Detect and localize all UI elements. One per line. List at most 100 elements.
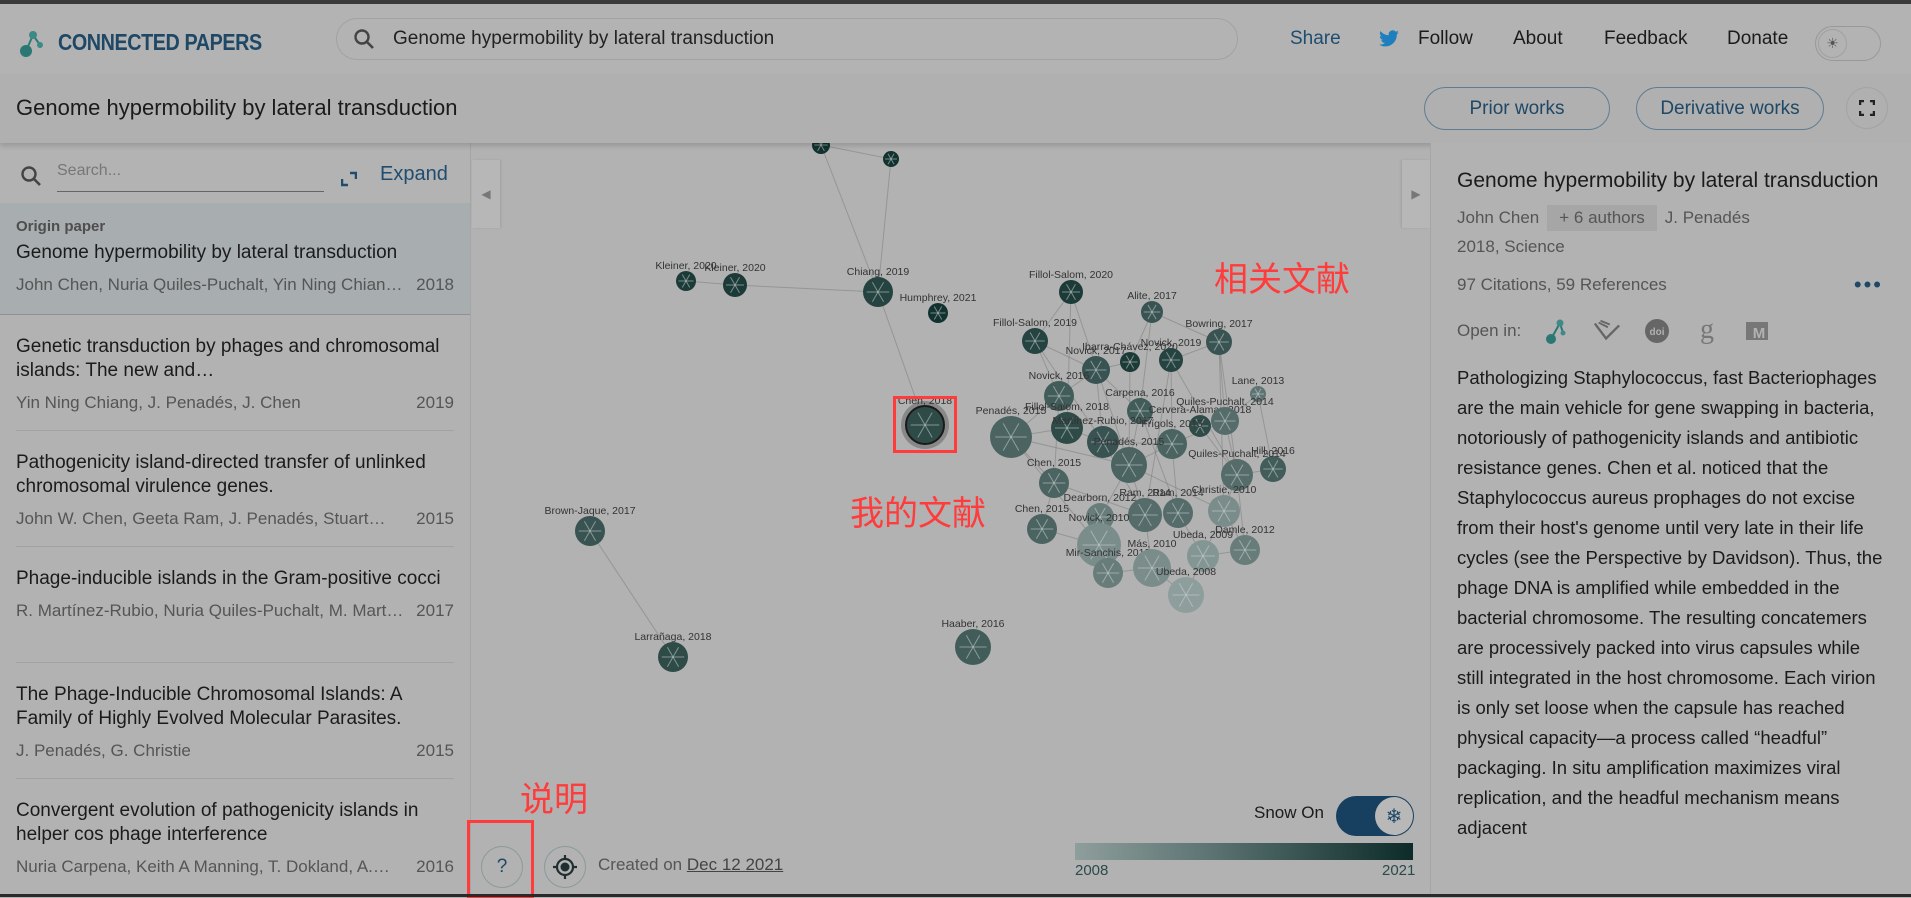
item-authors: John W. Chen, Geeta Ram, J. Penadés, Stu…: [16, 509, 386, 528]
graph-title-bar: Genome hypermobility by lateral transduc…: [0, 75, 1911, 143]
node-label: Novick, 2019: [1141, 337, 1202, 349]
node-label: Lane, 2013: [1232, 375, 1285, 387]
graph-node[interactable]: Ubeda, 2008: [1156, 566, 1216, 613]
expand-icon[interactable]: [341, 171, 357, 187]
item-year: 2015: [416, 741, 454, 760]
google-scholar-icon[interactable]: g: [1693, 316, 1721, 345]
search-input[interactable]: Genome hypermobility by lateral transduc…: [393, 28, 774, 50]
recenter-button[interactable]: [544, 846, 586, 888]
details-abstract: Pathologizing Staphylococcus, fast Bacte…: [1457, 367, 1883, 838]
more-options-icon[interactable]: •••: [1854, 274, 1883, 296]
about-link[interactable]: About: [1513, 18, 1563, 60]
prior-works-button[interactable]: Prior works: [1424, 87, 1610, 130]
graph-node[interactable]: Larrañaga, 2018: [634, 631, 712, 672]
collapse-left-panel-button[interactable]: ◀: [472, 160, 500, 228]
item-year: 2019: [416, 393, 454, 412]
graph-node[interactable]: [883, 151, 899, 167]
year-color-legend: [1075, 843, 1413, 860]
node-label: Bowring, 2017: [1185, 318, 1252, 330]
donate-link[interactable]: Donate: [1727, 18, 1788, 60]
annotation-box-help: [467, 820, 534, 898]
graph-node[interactable]: Fillol-Salom, 2019: [993, 317, 1077, 354]
graph-edge: [820, 144, 892, 160]
connected-papers-icon[interactable]: [1543, 317, 1571, 345]
sun-icon: ☀: [1818, 29, 1847, 58]
item-authors: Nuria Carpena, Keith A Manning, T. Dokla…: [16, 857, 390, 876]
node-label: Chen, 2015: [1015, 503, 1069, 515]
node-label: Frígols, 2015: [1141, 418, 1202, 430]
origin-paper-item[interactable]: Origin paper Genome hypermobility by lat…: [0, 203, 470, 315]
snow-label: Snow On: [1254, 803, 1324, 822]
list-item[interactable]: Genetic transduction by phages and chrom…: [16, 315, 454, 431]
fullscreen-button[interactable]: [1846, 87, 1888, 129]
graph-node[interactable]: Fillol-Salom, 2020: [1029, 269, 1113, 304]
created-on-text: Created on Dec 12 2021: [598, 855, 783, 875]
list-item[interactable]: The Phage-Inducible Chromosomal Islands:…: [16, 663, 454, 779]
twitter-icon: [1379, 30, 1399, 47]
doi-icon[interactable]: doi: [1643, 317, 1671, 345]
node-label: Quiles-Puchalt, 2014: [1188, 448, 1286, 460]
follow-link[interactable]: Follow: [1378, 18, 1473, 60]
svg-text:M: M: [1753, 325, 1766, 342]
details-venue: 2018, Science: [1457, 237, 1565, 256]
expand-button[interactable]: Expand: [380, 163, 448, 186]
paper-details-panel: Genome hypermobility by lateral transduc…: [1430, 143, 1911, 897]
annotation-explain: 说明: [520, 780, 588, 820]
graph-node[interactable]: Chen, 2015: [1015, 503, 1069, 544]
graph-node[interactable]: Novick, 2019: [1141, 337, 1202, 372]
graph-node[interactable]: Kleiner, 2020: [704, 262, 766, 297]
item-authors: John Chen, Nuria Quiles-Puchalt, Yin Nin…: [16, 275, 406, 294]
logo[interactable]: CONNECTED PAPERS: [18, 24, 295, 60]
created-date-link[interactable]: Dec 12 2021: [687, 855, 783, 874]
graph-node[interactable]: Damle, 2012: [1215, 524, 1275, 565]
list-item[interactable]: Pathogenicity island-directed transfer o…: [16, 431, 454, 547]
node-label: Novick, 2017: [1066, 345, 1127, 357]
logo-text: CONNECTED PAPERS: [58, 28, 262, 55]
node-label: Ubeda, 2008: [1156, 566, 1216, 578]
graph-node[interactable]: Christie, 2010: [1192, 484, 1257, 527]
list-search-input[interactable]: Search...: [57, 160, 324, 192]
node-label: Fillol-Salom, 2019: [993, 317, 1077, 329]
collapse-right-panel-button[interactable]: ▶: [1402, 160, 1430, 228]
graph-node[interactable]: Más, 2010: [1127, 538, 1177, 587]
first-author[interactable]: John Chen: [1457, 208, 1539, 228]
graph-node[interactable]: Humphrey, 2021: [900, 292, 977, 323]
item-title: Pathogenicity island-directed transfer o…: [16, 452, 426, 497]
snow-toggle[interactable]: ❄: [1336, 796, 1414, 836]
node-label: Penadés, 2015: [976, 405, 1047, 417]
node-label: Martínez-Rubio, 2017: [1053, 415, 1154, 427]
graph-node[interactable]: Penadés, 2015: [1094, 436, 1165, 483]
graph-node[interactable]: Brown-Jaque, 2017: [544, 505, 636, 546]
derivative-works-button[interactable]: Derivative works: [1636, 87, 1824, 130]
search-bar[interactable]: Genome hypermobility by lateral transduc…: [336, 18, 1238, 60]
share-link[interactable]: Share: [1290, 18, 1341, 60]
feedback-link[interactable]: Feedback: [1604, 18, 1687, 60]
fullscreen-icon: [1859, 100, 1875, 116]
node-label: Novick, 2016: [1029, 370, 1090, 382]
chevron-right-icon: ▶: [1411, 187, 1421, 201]
open-in-label: Open in:: [1457, 321, 1522, 340]
item-title: Genetic transduction by phages and chrom…: [16, 336, 440, 381]
graph-node[interactable]: Haaber, 2016: [941, 618, 1005, 665]
graph-node[interactable]: Penadés, 2015: [976, 405, 1047, 458]
theme-toggle[interactable]: ☀: [1815, 26, 1881, 61]
more-authors-button[interactable]: + 6 authors: [1547, 205, 1657, 231]
item-title: Phage-inducible islands in the Gram-posi…: [16, 568, 441, 589]
node-label: Alite, 2017: [1127, 290, 1177, 302]
page-title: Genome hypermobility by lateral transduc…: [16, 95, 458, 120]
item-authors: Yin Ning Chiang, J. Penadés, J. Chen: [16, 393, 301, 412]
list-item[interactable]: Phage-inducible islands in the Gram-posi…: [16, 547, 454, 663]
node-label: Carpena, 2016: [1105, 387, 1175, 399]
last-author[interactable]: J. Penadés: [1665, 208, 1750, 228]
node-label: Más, 2010: [1127, 538, 1176, 550]
item-authors: R. Martínez-Rubio, Nuria Quiles-Puchalt,…: [16, 601, 406, 620]
svg-text:doi: doi: [1650, 327, 1665, 338]
semantic-scholar-icon[interactable]: [1593, 317, 1621, 345]
follow-label: Follow: [1418, 28, 1473, 49]
search-icon: [354, 29, 374, 49]
node-label: Brown-Jaque, 2017: [544, 505, 635, 517]
mendeley-icon[interactable]: M: [1743, 317, 1771, 345]
item-year: 2018: [416, 275, 454, 294]
graph-node[interactable]: Alite, 2017: [1127, 290, 1177, 323]
list-item[interactable]: Convergent evolution of pathogenicity is…: [16, 779, 454, 895]
